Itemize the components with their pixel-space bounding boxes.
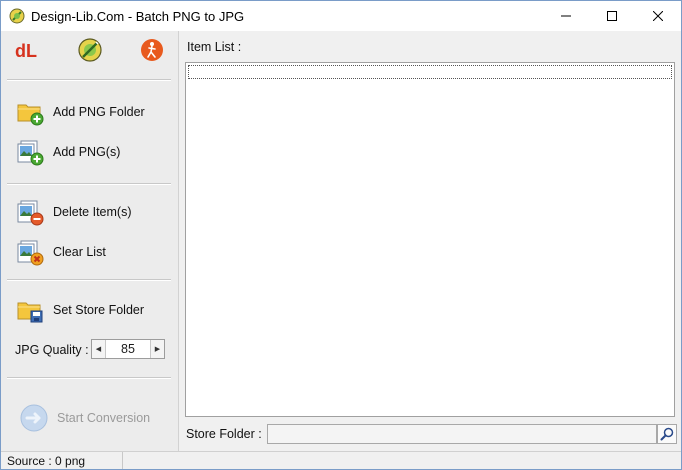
item-list-label: Item List : [187, 40, 242, 54]
app-logo-icon [9, 8, 25, 24]
minimize-button[interactable] [543, 1, 589, 31]
walking-person-icon[interactable] [139, 37, 165, 63]
divider [7, 377, 171, 379]
browse-folder-button[interactable] [657, 424, 677, 444]
close-button[interactable] [635, 1, 681, 31]
set-store-folder-button[interactable]: Set Store Folder [15, 295, 171, 325]
folder-add-icon [17, 104, 44, 126]
spin-right-button[interactable]: ▶ [150, 340, 164, 358]
list-focus-row[interactable] [188, 65, 672, 79]
maximize-button[interactable] [589, 1, 635, 31]
image-add-icon [17, 140, 44, 166]
add-pngs-button[interactable]: Add PNG(s) [15, 137, 171, 167]
status-source-pane: Source : 0 png [1, 452, 123, 469]
start-conversion-label: Start Conversion [57, 411, 151, 425]
status-source-text: Source : 0 png [7, 454, 86, 468]
search-icon [660, 427, 674, 441]
maximize-icon [607, 11, 617, 21]
jpg-quality-value[interactable]: 85 [106, 340, 150, 358]
add-png-folder-button[interactable]: Add PNG Folder [15, 97, 171, 127]
start-conversion-button[interactable]: Start Conversion [19, 403, 169, 433]
clear-list-label: Clear List [53, 245, 106, 259]
jpg-quality-label: JPG Quality : [15, 343, 89, 357]
triangle-left-icon: ◀ [95, 346, 102, 353]
clear-list-button[interactable]: Clear List [15, 237, 171, 267]
app-window: Design-Lib.Com - Batch PNG to JPG dL Add… [0, 0, 682, 470]
spin-left-button[interactable]: ◀ [92, 340, 106, 358]
divider [7, 183, 171, 185]
svg-text:dL: dL [15, 41, 37, 61]
right-panel: Item List : Store Folder : [180, 31, 681, 451]
minimize-icon [561, 15, 571, 17]
image-clear-icon [17, 240, 44, 266]
store-folder-input[interactable] [267, 424, 657, 444]
folder-disk-icon [17, 302, 43, 323]
jpg-quality-spinner[interactable]: ◀ 85 ▶ [91, 339, 165, 359]
jpg-quality-row: JPG Quality : ◀ 85 ▶ [15, 339, 165, 361]
set-store-folder-label: Set Store Folder [53, 303, 145, 317]
divider [7, 279, 171, 281]
title-bar: Design-Lib.Com - Batch PNG to JPG [1, 1, 681, 31]
add-png-folder-label: Add PNG Folder [53, 105, 145, 119]
triangle-right-icon: ▶ [154, 346, 161, 353]
delete-items-button[interactable]: Delete Item(s) [15, 197, 171, 227]
image-remove-icon [17, 200, 44, 226]
status-bar: Source : 0 png [1, 451, 681, 469]
close-icon [653, 11, 663, 21]
arrow-right-icon [20, 404, 48, 432]
store-folder-label: Store Folder : [186, 427, 262, 441]
pencil-globe-icon[interactable] [77, 37, 103, 63]
delete-items-label: Delete Item(s) [53, 205, 132, 219]
divider [7, 79, 171, 81]
item-listbox[interactable] [185, 62, 675, 417]
add-pngs-label: Add PNG(s) [53, 145, 121, 159]
dl-logo-icon[interactable]: dL [13, 37, 39, 63]
left-panel: dL Add PNG Folder Add PNG(s) Delete Item… [1, 31, 179, 451]
window-title: Design-Lib.Com - Batch PNG to JPG [31, 9, 245, 24]
